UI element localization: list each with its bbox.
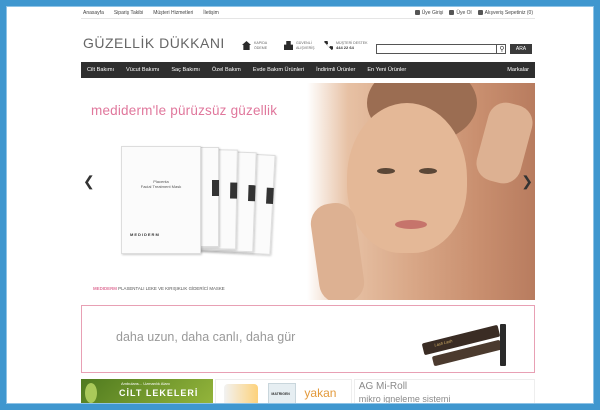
user-icon (449, 10, 455, 16)
feature-customer-support: MÜŞTERİ DESTEK 444 22 64 (324, 41, 368, 50)
top-link-customer-service[interactable]: Müşteri Hizmetleri (153, 10, 193, 16)
box-brand: MATRIGEN (271, 392, 290, 396)
phone-icon (324, 41, 333, 50)
main-nav: Cilt Bakımı Vücut Bakımı Saç Bakımı Özel… (81, 62, 535, 78)
top-link-contact[interactable]: İletişim (203, 10, 219, 16)
arrow-left-icon[interactable]: ❮ (83, 173, 95, 190)
leaf-icon (85, 383, 97, 403)
feature1-line2: ÖDEME (254, 45, 268, 50)
cart-link[interactable]: Alışveriş Sepetiniz (0) (477, 10, 533, 16)
caption-text: PLASENTALI LEKE VE KIRIŞIKLIK GİDERİCİ M… (118, 286, 225, 291)
face (347, 103, 467, 253)
mask-sheet-front: Placenta Facial Treatment Mask MEDIDERM (121, 146, 201, 254)
hero-slider[interactable]: mediderm'le pürüzsüz güzellik Placenta F… (81, 83, 535, 300)
top-bar: Anasayfa Sipariş Takibi Müşteri Hizmetle… (81, 7, 535, 19)
product-bottle (224, 384, 259, 403)
top-link-home[interactable]: Anasayfa (83, 10, 104, 16)
product-name: Lash Lash (433, 338, 453, 348)
promo-row: Ambulans... Uzmanlık Alanı CİLT LEKELERİ… (81, 379, 535, 404)
eye-left (377, 168, 395, 174)
search-input[interactable] (376, 44, 506, 54)
house-icon (242, 41, 251, 50)
promo3-subtitle: mikro igneleme sistemi (358, 394, 451, 404)
arrow-right-icon[interactable]: ❯ (521, 173, 533, 190)
promo-matrigen[interactable]: MATRIGEN yakan (215, 379, 352, 403)
mascara-banner-text: daha uzun, daha canlı, daha gür (116, 330, 296, 344)
site-logo[interactable]: GÜZELLİK DÜKKANI (83, 35, 225, 51)
hero-title: mediderm'le pürüzsüz güzellik (91, 103, 278, 118)
search-button[interactable]: ARA (510, 44, 532, 54)
login-link[interactable]: Üye Girişi (414, 10, 444, 16)
eye-right (419, 168, 437, 174)
cart-label: Alışveriş Sepetiniz (0) (484, 10, 533, 16)
feature-secure-shopping: GÜVENLİ ALIŞVERİŞ (284, 41, 315, 50)
page: Anasayfa Sipariş Takibi Müşteri Hizmetle… (81, 7, 535, 404)
model-photo (307, 83, 535, 300)
lips (395, 220, 427, 229)
promo1-title: CİLT LEKELERİ (119, 388, 199, 398)
search-icon[interactable]: ⚲ (496, 44, 507, 54)
top-link-order-tracking[interactable]: Sipariş Takibi (114, 10, 143, 16)
nav-item-body-care[interactable]: Vücut Bakımı (120, 67, 165, 73)
user-icon (414, 10, 420, 16)
support-number: 444 22 64 (336, 44, 354, 50)
feature2-line2: ALIŞVERİŞ (296, 45, 315, 50)
promo1-subtitle: Ambulans... Uzmanlık Alanı (121, 381, 170, 386)
top-links: Anasayfa Sipariş Takibi Müşteri Hizmetle… (83, 10, 219, 16)
sheet-brand: MEDIDERM (130, 232, 160, 237)
mascara-brush (500, 324, 506, 366)
promo3-title: AG Mi-Roll (358, 381, 408, 392)
nav-item-discounted[interactable]: İndirimli Ürünler (310, 67, 361, 73)
mascara-banner[interactable]: daha uzun, daha canlı, daha gür Lash Las… (81, 305, 535, 373)
promo-skin-spots[interactable]: Ambulans... Uzmanlık Alanı CİLT LEKELERİ (81, 379, 214, 403)
cart-icon (477, 10, 483, 16)
account-links: Üye Girişi Üye Ol Alışveriş Sepetiniz (0… (414, 10, 533, 16)
register-label: Üye Ol (456, 10, 472, 16)
caption-brand: MEDIDERM (93, 286, 117, 291)
sheet-title: Placenta Facial Treatment Mask (140, 179, 182, 189)
nav-item-newest[interactable]: En Yeni Ürünler (361, 67, 412, 73)
register-link[interactable]: Üye Ol (449, 10, 472, 16)
nav-item-home-care[interactable]: Evde Bakım Ürünleri (247, 67, 310, 73)
nav-item-brands[interactable]: Markalar (507, 67, 535, 73)
nav-item-skin-care[interactable]: Cilt Bakımı (81, 67, 120, 73)
product-box: MATRIGEN (268, 383, 297, 403)
lock-icon (284, 41, 293, 50)
feature-cash-on-delivery: KAPIDA ÖDEME (242, 41, 267, 50)
promo-mi-roll[interactable]: AG Mi-Roll mikro igneleme sistemi (353, 379, 535, 404)
nav-item-hair-care[interactable]: Saç Bakımı (165, 67, 206, 73)
browser-frame: Anasayfa Sipariş Takibi Müşteri Hizmetle… (6, 6, 594, 404)
nav-item-special-care[interactable]: Özel Bakım (206, 67, 247, 73)
hero-caption: MEDIDERM PLASENTALI LEKE VE KIRIŞIKLIK G… (93, 286, 225, 291)
promo2-text: yakan (304, 386, 337, 400)
login-label: Üye Girişi (421, 10, 444, 16)
